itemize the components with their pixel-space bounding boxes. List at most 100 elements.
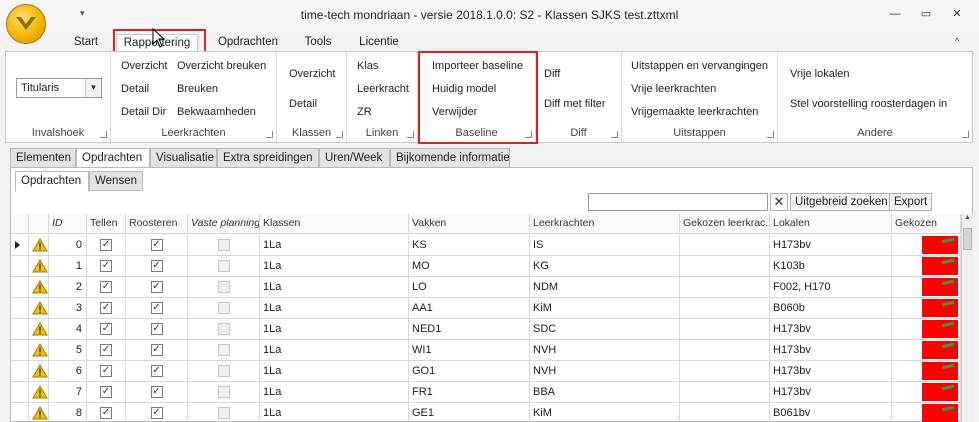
tellen-checkbox[interactable]: ✓ — [100, 239, 112, 251]
dialog-launcher-icon[interactable] — [336, 131, 343, 138]
dialog-launcher-icon[interactable] — [525, 131, 532, 138]
table-row[interactable]: 3 ✓ ✓ 1La AA1 KiM B060b — [11, 298, 961, 319]
row-indicator-cell[interactable] — [11, 277, 29, 297]
tellen-checkbox[interactable]: ✓ — [100, 260, 112, 272]
gekozen-cell[interactable] — [892, 277, 961, 297]
linken-klas-button[interactable]: Klas — [357, 60, 378, 72]
tab-visualisatie[interactable]: Visualisatie — [150, 148, 217, 168]
diff-met-filter-button[interactable]: Diff met filter — [544, 98, 606, 110]
invalshoek-combo[interactable]: Titularis ▼ — [16, 78, 102, 98]
lk-overzicht-button[interactable]: Overzicht — [121, 60, 167, 72]
gekozen-cell[interactable] — [892, 382, 961, 402]
header-klassen[interactable]: Klassen — [260, 214, 409, 233]
gekozen-leerkrachten-cell[interactable] — [680, 382, 770, 402]
lokalen-cell[interactable]: B061bv — [770, 403, 892, 422]
tab-licentie[interactable]: Licentie — [354, 34, 404, 52]
klassen-overzicht-button[interactable]: Overzicht — [289, 68, 335, 80]
table-row[interactable]: 1 ✓ ✓ 1La MO KG K103b — [11, 256, 961, 277]
gekozen-cell[interactable] — [892, 235, 961, 255]
tellen-checkbox[interactable]: ✓ — [100, 407, 112, 419]
tellen-checkbox[interactable]: ✓ — [100, 302, 112, 314]
subtab-wensen[interactable]: Wensen — [89, 171, 143, 191]
vrije-leerkrachten-button[interactable]: Vrije leerkrachten — [631, 83, 716, 95]
vrije-lokalen-button[interactable]: Vrije lokalen — [790, 68, 850, 80]
header-gekozen-leerkrachten[interactable]: Gekozen leerkrac... — [680, 214, 770, 233]
gekozen-cell[interactable] — [892, 298, 961, 318]
header-lokalen[interactable]: Lokalen — [770, 214, 892, 233]
row-indicator-cell[interactable] — [11, 361, 29, 381]
vakken-cell[interactable]: MO — [409, 256, 530, 276]
lokalen-cell[interactable]: F002, H170 — [770, 277, 892, 297]
vrijgemaakte-leerkrachten-button[interactable]: Vrijgemaakte leerkrachten — [631, 106, 758, 118]
lk-detail-button[interactable]: Detail — [121, 83, 149, 95]
gekozen-cell[interactable] — [892, 319, 961, 339]
klassen-cell[interactable]: 1La — [260, 298, 409, 318]
dialog-launcher-icon[interactable] — [266, 131, 273, 138]
leerkrachten-cell[interactable]: KiM — [530, 298, 680, 318]
header-tellen[interactable]: Tellen — [87, 214, 126, 233]
verwijder-button[interactable]: Verwijder — [432, 106, 477, 118]
table-row[interactable]: 8 ✓ ✓ 1La GE1 KiM B061bv — [11, 403, 961, 422]
tab-uren-week[interactable]: Uren/Week — [319, 148, 390, 168]
table-row[interactable]: 5 ✓ ✓ 1La WI1 NVH H173bv — [11, 340, 961, 361]
diff-button[interactable]: Diff — [544, 68, 560, 80]
vakken-cell[interactable]: NED1 — [409, 319, 530, 339]
huidig-model-button[interactable]: Huidig model — [432, 83, 496, 95]
tab-tools[interactable]: Tools — [300, 34, 336, 52]
stel-voorstelling-button[interactable]: Stel voorstelling roosterdagen in — [790, 98, 947, 110]
row-indicator-cell[interactable] — [11, 235, 29, 255]
klassen-cell[interactable]: 1La — [260, 382, 409, 402]
tellen-checkbox[interactable]: ✓ — [100, 281, 112, 293]
tellen-checkbox[interactable]: ✓ — [100, 323, 112, 335]
lokalen-cell[interactable]: H173bv — [770, 382, 892, 402]
search-input[interactable] — [588, 193, 768, 211]
lk-breuken-button[interactable]: Breuken — [177, 83, 218, 95]
header-leerkrachten[interactable]: Leerkrachten — [530, 214, 680, 233]
dialog-launcher-icon[interactable] — [100, 131, 107, 138]
klassen-cell[interactable]: 1La — [260, 235, 409, 255]
klassen-cell[interactable]: 1La — [260, 277, 409, 297]
table-row[interactable]: 7 ✓ ✓ 1La FR1 BBA H173bv — [11, 382, 961, 403]
application-menu-button[interactable] — [6, 4, 46, 44]
lk-overzicht-breuken-button[interactable]: Overzicht breuken — [177, 60, 266, 72]
lk-detail-dir-button[interactable]: Detail Dir — [121, 106, 166, 118]
tab-extra-spreidingen[interactable]: Extra spreidingen — [217, 148, 319, 168]
gekozen-leerkrachten-cell[interactable] — [680, 277, 770, 297]
vertical-scrollbar[interactable]: ▲ — [961, 214, 973, 422]
lokalen-cell[interactable]: H173bv — [770, 340, 892, 360]
export-button[interactable]: Export — [889, 193, 933, 211]
table-row[interactable]: 4 ✓ ✓ 1La NED1 SDC H173bv — [11, 319, 961, 340]
row-indicator-cell[interactable] — [11, 403, 29, 422]
lokalen-cell[interactable]: B060b — [770, 298, 892, 318]
tab-start[interactable]: Start — [66, 34, 106, 52]
linken-leerkracht-button[interactable]: Leerkracht — [357, 83, 409, 95]
tellen-checkbox[interactable]: ✓ — [100, 365, 112, 377]
leerkrachten-cell[interactable]: NVH — [530, 340, 680, 360]
scroll-thumb[interactable] — [963, 228, 972, 250]
roosteren-checkbox[interactable]: ✓ — [150, 407, 163, 419]
vakken-cell[interactable]: LO — [409, 277, 530, 297]
header-roosteren[interactable]: Roosteren — [126, 214, 188, 233]
leerkrachten-cell[interactable]: IS — [530, 235, 680, 255]
roosteren-checkbox[interactable]: ✓ — [150, 323, 163, 335]
lokalen-cell[interactable]: K103b — [770, 256, 892, 276]
lk-bekwaamheden-button[interactable]: Bekwaamheden — [177, 106, 256, 118]
gekozen-leerkrachten-cell[interactable] — [680, 235, 770, 255]
importeer-baseline-button[interactable]: Importeer baseline — [432, 60, 523, 72]
gekozen-leerkrachten-cell[interactable] — [680, 403, 770, 422]
table-row[interactable]: 6 ✓ ✓ 1La GO1 NVH H173bv — [11, 361, 961, 382]
vakken-cell[interactable]: AA1 — [409, 298, 530, 318]
roosteren-checkbox[interactable]: ✓ — [150, 239, 163, 251]
klassen-cell[interactable]: 1La — [260, 319, 409, 339]
gekozen-cell[interactable] — [892, 361, 961, 381]
uitgebreid-zoeken-button[interactable]: Uitgebreid zoeken — [790, 193, 893, 211]
close-button[interactable]: ✕ — [946, 6, 968, 22]
leerkrachten-cell[interactable]: BBA — [530, 382, 680, 402]
leerkrachten-cell[interactable]: SDC — [530, 319, 680, 339]
vakken-cell[interactable]: WI1 — [409, 340, 530, 360]
klassen-cell[interactable]: 1La — [260, 340, 409, 360]
subtab-opdrachten[interactable]: Opdrachten — [15, 171, 89, 192]
gekozen-leerkrachten-cell[interactable] — [680, 361, 770, 381]
row-indicator-cell[interactable] — [11, 298, 29, 318]
chevron-down-icon[interactable]: ▼ — [85, 79, 101, 97]
